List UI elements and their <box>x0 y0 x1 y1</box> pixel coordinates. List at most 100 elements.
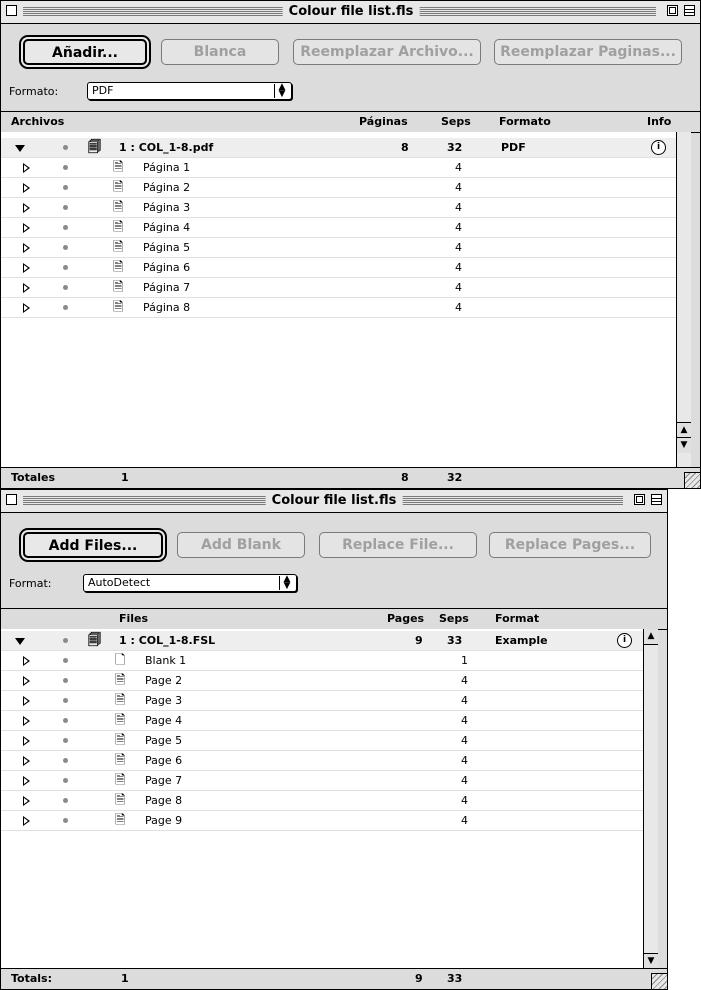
page-name: Page 4 <box>145 714 183 727</box>
resize-grip-icon[interactable] <box>651 973 667 989</box>
format-value: PDF <box>92 84 114 97</box>
column-seps[interactable]: Seps <box>441 112 471 131</box>
disclosure-triangle-icon[interactable] <box>23 756 30 766</box>
column-format[interactable]: Formato <box>499 112 551 131</box>
page-seps: 4 <box>455 301 462 314</box>
file-seps: 33 <box>447 634 463 647</box>
page-name: Page 5 <box>145 734 183 747</box>
close-box-icon[interactable] <box>6 5 17 16</box>
page-seps: 4 <box>455 181 462 194</box>
disclosure-triangle-icon[interactable] <box>23 776 30 786</box>
page-icon: 🗎 <box>115 813 126 828</box>
disclosure-triangle-icon[interactable] <box>23 736 30 746</box>
zoom-box-icon[interactable] <box>667 5 678 16</box>
column-files[interactable]: Archivos <box>11 112 64 131</box>
list-item[interactable]: 🗎 Page 2 4 <box>1 671 643 691</box>
totals-files: 1 <box>121 471 129 484</box>
disclosure-triangle-icon[interactable] <box>23 303 30 313</box>
list-item[interactable]: 🗎 Página 4 4 <box>1 218 676 238</box>
page-seps: 4 <box>455 221 462 234</box>
disclosure-triangle-icon[interactable] <box>23 656 30 666</box>
vertical-scrollbar[interactable]: ▲ ▼ <box>643 629 658 969</box>
list-item-parent[interactable]: 🗐 1 : COL_1-8.FSL 9 33 Example i <box>1 631 643 651</box>
disclosure-triangle-icon[interactable] <box>23 716 30 726</box>
add-blank-button[interactable]: Blanca <box>161 39 279 65</box>
scroll-up-arrow-icon[interactable]: ▲ <box>644 629 658 645</box>
page-name: Page 3 <box>145 694 183 707</box>
add-files-button[interactable]: Add Files... <box>23 532 163 558</box>
scroll-down-arrow-icon[interactable]: ▼ <box>644 953 658 969</box>
scroll-down-arrow-icon[interactable]: ▼ <box>677 437 691 453</box>
resize-grip-icon[interactable] <box>684 472 700 488</box>
file-format: Example <box>495 634 548 647</box>
list-item[interactable]: 🗎 Page 6 4 <box>1 751 643 771</box>
list-item-parent[interactable]: 🗐 1 : COL_1-8.pdf 8 32 PDF i <box>1 138 676 158</box>
disclosure-triangle-icon[interactable] <box>23 203 30 213</box>
add-blank-button[interactable]: Add Blank <box>177 532 305 558</box>
disclosure-triangle-icon[interactable] <box>23 163 30 173</box>
list-item[interactable]: 🗎 Page 8 4 <box>1 791 643 811</box>
disclosure-triangle-icon[interactable] <box>23 816 30 826</box>
replace-file-button[interactable]: Replace File... <box>319 532 477 558</box>
list-item[interactable]: 🗎 Página 5 4 <box>1 238 676 258</box>
windowshade-icon[interactable] <box>651 494 662 505</box>
add-files-button[interactable]: Añadir... <box>23 39 147 65</box>
page-icon: 🗎 <box>113 220 124 235</box>
replace-pages-button[interactable]: Replace Pages... <box>489 532 651 558</box>
disclosure-triangle-icon[interactable] <box>15 145 25 152</box>
column-pages[interactable]: Páginas <box>359 112 408 131</box>
title-bar[interactable]: Colour file list.fls <box>1 1 700 24</box>
disclosure-triangle-icon[interactable] <box>23 696 30 706</box>
format-popup[interactable]: AutoDetect ▲ ▼ <box>83 574 297 592</box>
disclosure-triangle-icon[interactable] <box>23 283 30 293</box>
file-pages: 9 <box>415 634 423 647</box>
page-seps: 4 <box>455 241 462 254</box>
disclosure-triangle-icon[interactable] <box>15 638 25 645</box>
list-item[interactable]: 🗎 Página 6 4 <box>1 258 676 278</box>
list-item[interactable]: 🗎 Página 7 4 <box>1 278 676 298</box>
disclosure-triangle-icon[interactable] <box>23 263 30 273</box>
vertical-scrollbar[interactable]: ▲ ▼ <box>676 132 691 468</box>
list-item[interactable]: 🗎 Page 3 4 <box>1 691 643 711</box>
format-value: AutoDetect <box>88 576 151 589</box>
windowshade-icon[interactable] <box>684 5 695 16</box>
list-item[interactable]: 🗎 Página 1 4 <box>1 158 676 178</box>
list-item[interactable]: 🗎 Página 8 4 <box>1 298 676 318</box>
file-pages: 8 <box>401 141 409 154</box>
page-icon: 🗎 <box>115 793 126 808</box>
replace-file-button[interactable]: Reemplazar Archivo... <box>293 39 481 65</box>
status-dot-icon <box>63 205 68 210</box>
page-name: Página 4 <box>143 221 191 234</box>
list-item[interactable]: 🗎 Page 5 4 <box>1 731 643 751</box>
disclosure-triangle-icon[interactable] <box>23 796 30 806</box>
list-item[interactable]: 🗎 Page 7 4 <box>1 771 643 791</box>
column-format[interactable]: Format <box>495 609 539 628</box>
page-seps: 4 <box>461 734 468 747</box>
disclosure-triangle-icon[interactable] <box>23 243 30 253</box>
column-seps[interactable]: Seps <box>439 609 469 628</box>
column-pages[interactable]: Pages <box>387 609 424 628</box>
list-item[interactable]: 🗎 Page 4 4 <box>1 711 643 731</box>
scroll-up-arrow-icon[interactable]: ▲ <box>677 422 691 438</box>
list-item[interactable]: 🗎 Página 3 4 <box>1 198 676 218</box>
status-dot-icon <box>63 738 68 743</box>
title-bar[interactable]: Colour file list.fls <box>1 490 667 513</box>
list-item[interactable]: 🗎 Página 2 4 <box>1 178 676 198</box>
info-icon[interactable]: i <box>651 140 666 155</box>
close-box-icon[interactable] <box>6 494 17 505</box>
disclosure-triangle-icon[interactable] <box>23 223 30 233</box>
column-info[interactable]: Info <box>647 112 671 131</box>
page-icon: 🗎 <box>115 713 126 728</box>
page-name: Page 9 <box>145 814 183 827</box>
info-icon[interactable]: i <box>617 633 632 648</box>
page-name: Blank 1 <box>145 654 187 667</box>
disclosure-triangle-icon[interactable] <box>23 676 30 686</box>
disclosure-triangle-icon[interactable] <box>23 183 30 193</box>
list-item[interactable]: 🗎 Page 9 4 <box>1 811 643 831</box>
page-seps: 4 <box>461 674 468 687</box>
zoom-box-icon[interactable] <box>634 494 645 505</box>
list-item[interactable]: 🗋 Blank 1 1 <box>1 651 643 671</box>
replace-pages-button[interactable]: Reemplazar Paginas... <box>494 39 682 65</box>
column-files[interactable]: Files <box>119 609 148 628</box>
format-popup[interactable]: PDF ▲ ▼ <box>87 82 292 100</box>
